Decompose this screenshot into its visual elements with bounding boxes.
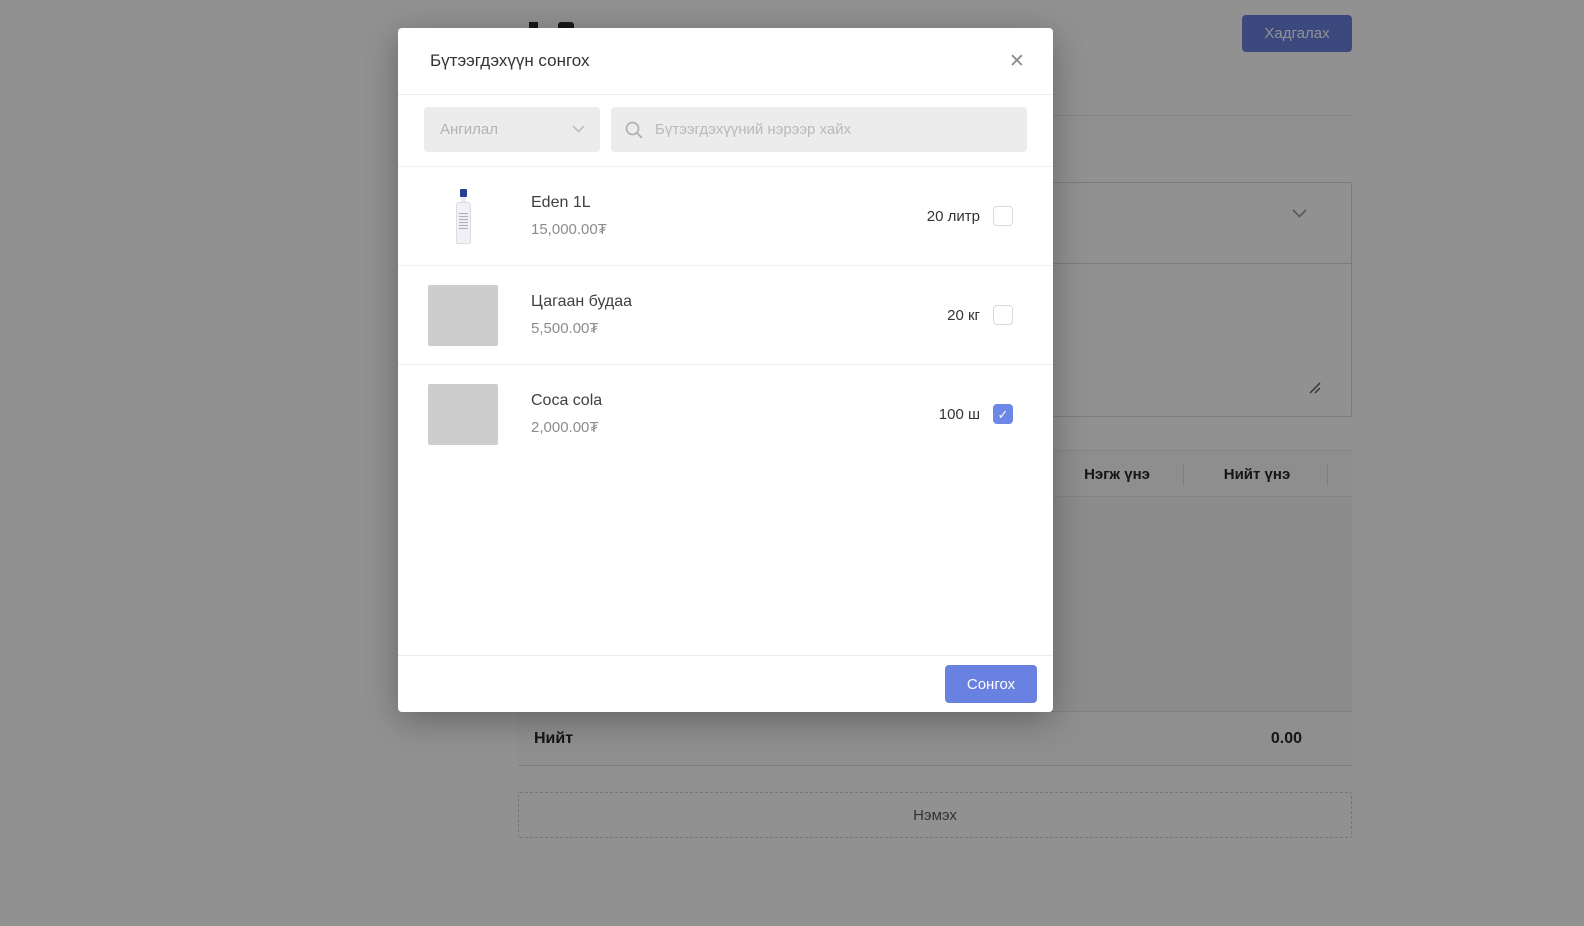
category-select[interactable]: Ангилал (424, 107, 600, 152)
product-quantity: 20 литр (926, 207, 980, 225)
product-checkbox[interactable]: ✓ (993, 404, 1013, 424)
modal-title: Бүтээгдэхүүн сонгох (430, 51, 590, 70)
screen: Хадгалах Нэгж үнэ Нийт үнэ Нийт 0.00 Нэм… (0, 0, 1584, 926)
search-input[interactable] (611, 107, 1027, 152)
product-row[interactable]: Цагаан будаа 5,500.00₮ 20 кг ✓ (398, 265, 1053, 364)
chevron-down-icon (572, 125, 585, 133)
check-icon: ✓ (997, 406, 1009, 422)
product-quantity: 20 кг (947, 306, 980, 324)
product-checkbox[interactable]: ✓ (993, 305, 1013, 325)
product-select-modal: Бүтээгдэхүүн сонгох ✕ Ангилал Бүтээгдэхү… (398, 28, 1053, 712)
search-box (611, 107, 1027, 152)
product-price: 2,000.00₮ (531, 419, 599, 436)
product-list: Eden 1L 15,000.00₮ 20 литр ✓ Цагаан буда… (398, 166, 1053, 463)
product-name: Eden 1L (531, 194, 591, 211)
product-price: 15,000.00₮ (531, 221, 607, 238)
bottle-illustration (455, 188, 471, 244)
product-name: Цагаан будаа (531, 293, 633, 310)
filter-row: Ангилал (398, 95, 1053, 152)
product-row[interactable]: Coca cola 2,000.00₮ 100 ш ✓ (398, 364, 1053, 463)
product-price: 5,500.00₮ (531, 320, 599, 337)
close-icon[interactable]: ✕ (1005, 50, 1029, 74)
product-image-placeholder (428, 383, 498, 445)
product-quantity: 100 ш (938, 405, 980, 423)
product-image-placeholder (428, 284, 498, 346)
modal-header: Бүтээгдэхүүн сонгох ✕ (398, 28, 1053, 95)
product-image-bottle (428, 185, 498, 247)
modal-footer: Сонгох (398, 655, 1053, 712)
search-icon (624, 120, 644, 140)
product-checkbox[interactable]: ✓ (993, 206, 1013, 226)
category-select-value: Ангилал (440, 121, 498, 138)
product-row[interactable]: Eden 1L 15,000.00₮ 20 литр ✓ (398, 166, 1053, 265)
select-button[interactable]: Сонгох (945, 665, 1037, 703)
product-name: Coca cola (531, 392, 603, 409)
